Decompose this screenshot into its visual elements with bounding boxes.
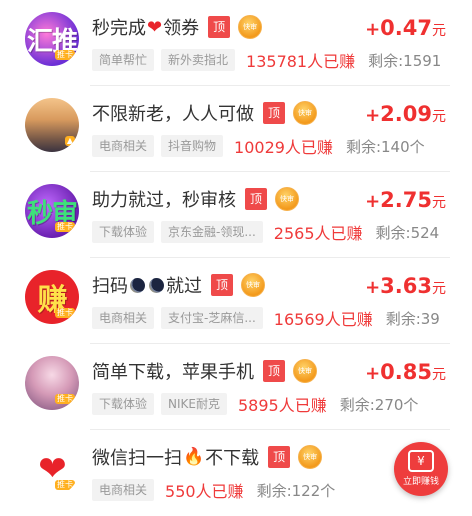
avatar: 秒审 推卡 — [25, 184, 79, 238]
task-title: 秒完成 ❤ 领券 顶 快审 — [92, 15, 263, 39]
fast-review-badge: 快审 — [275, 187, 299, 211]
merchant-chip: 抖音购物 — [161, 135, 224, 157]
avatar-badge: 推卡 — [55, 50, 75, 60]
earned-count: 2565人已赚 — [273, 224, 363, 243]
remaining-count: 剩余:39 — [385, 309, 440, 328]
avatar: ▲ — [25, 98, 79, 152]
reward-value: 3.63 — [380, 274, 432, 298]
reward-plus: + — [365, 19, 381, 40]
task-title-text: 简单下载，苹果手机 — [92, 362, 254, 383]
category-chip: 下载体验 — [92, 393, 155, 415]
merchant-chip: 京东金融-领现... — [161, 221, 263, 243]
remaining-count: 剩余:1591 — [368, 51, 442, 70]
task-title: 不限新老，人人可做 顶 快审 — [92, 101, 317, 125]
merchant-chip: 支付宝-芝麻信... — [161, 307, 263, 329]
reward-amount: +0.85元 — [365, 360, 446, 384]
reward-value: 2.75 — [380, 188, 432, 212]
reward-amount: +3.63元 — [365, 274, 446, 298]
reward-unit: 元 — [432, 109, 446, 125]
task-title-text-2: 就过 — [166, 276, 202, 297]
avatar-badge: 推卡 — [55, 480, 75, 490]
category-chip: 电商相关 — [92, 307, 155, 329]
earned-count: 550人已赚 — [165, 482, 244, 501]
fast-review-badge: 快审 — [238, 15, 263, 39]
top-badge: 顶 — [211, 274, 233, 296]
reward-unit: 元 — [432, 23, 446, 39]
task-title-text: 不限新老，人人可做 — [92, 104, 254, 125]
avatar-badge: 推卡 — [55, 222, 75, 232]
avatar: 推卡 — [25, 356, 79, 410]
earned-count: 5895人已赚 — [237, 396, 327, 415]
task-title: 简单下载，苹果手机 顶 快审 — [92, 359, 317, 383]
reward-unit: 元 — [432, 281, 446, 297]
category-chip: 简单帮忙 — [92, 49, 155, 71]
top-badge: 顶 — [268, 446, 291, 468]
avatar: 汇推 推卡 — [25, 12, 79, 66]
reward-amount: +2.75元 — [365, 188, 446, 212]
task-title: 扫码 就过 顶 快审 — [92, 273, 265, 297]
task-title-text: 助力就过，秒审核 — [92, 190, 236, 211]
fast-review-badge: 快审 — [298, 445, 323, 469]
top-badge: 顶 — [263, 102, 285, 124]
task-title: 微信扫一扫 🔥 不下载 顶 快审 — [92, 445, 323, 469]
reward-plus: + — [365, 105, 381, 126]
avatar-badge: ▲ — [64, 136, 75, 146]
task-row[interactable]: 秒审 推卡 助力就过，秒审核 顶 快审 +2.75元 下载体验 京东金融-领现.… — [0, 172, 472, 258]
fast-review-badge: 快审 — [293, 101, 317, 125]
earned-count: 16569人已赚 — [273, 310, 373, 329]
earned-count: 10029人已赚 — [234, 138, 333, 157]
heart-icon: ❤ — [147, 16, 163, 38]
top-badge: 顶 — [263, 360, 285, 382]
earn-now-label: 立即赚钱 — [402, 477, 439, 487]
task-meta: 电商相关 抖音购物 10029人已赚 剩余:140个 — [92, 134, 472, 158]
remaining-count: 剩余:122个 — [256, 481, 336, 500]
avatar: ❤ 推卡 — [25, 442, 79, 496]
reward-unit: 元 — [432, 195, 446, 211]
reward-value: 0.85 — [380, 360, 432, 384]
reward-plus: + — [365, 191, 381, 212]
fast-review-badge: 快审 — [293, 359, 317, 383]
avatar-badge: 推卡 — [55, 308, 75, 318]
top-badge: 顶 — [208, 16, 231, 38]
remaining-count: 剩余:524 — [375, 223, 440, 242]
task-row[interactable]: ▲ 不限新老，人人可做 顶 快审 +2.09元 电商相关 抖音购物 10029人… — [0, 86, 472, 172]
task-meta: 简单帮忙 新外卖指北 135781人已赚 剩余:1591 — [92, 48, 472, 72]
reward-plus: + — [365, 363, 381, 384]
task-title: 助力就过，秒审核 顶 快审 — [92, 187, 299, 211]
fire-icon: 🔥 — [183, 447, 205, 467]
reward-amount: +0.47元 — [365, 16, 446, 40]
category-chip: 电商相关 — [92, 479, 155, 501]
yuan-icon: ¥ — [408, 450, 434, 472]
task-title-text: 微信扫一扫 — [92, 448, 182, 469]
task-title-text: 秒完成 — [92, 18, 146, 39]
task-title-text-2: 领券 — [163, 18, 200, 39]
task-meta: 下载体验 京东金融-领现... 2565人已赚 剩余:524 — [92, 220, 472, 244]
earn-now-button[interactable]: ¥ 立即赚钱 — [394, 442, 448, 496]
reward-amount: +2.09元 — [365, 102, 446, 126]
task-row[interactable]: 赚 推卡 扫码 就过 顶 快审 +3.63元 电商相关 支付宝-芝麻信... 1… — [0, 258, 472, 344]
remaining-count: 剩余:270个 — [339, 395, 419, 414]
reward-plus: + — [365, 277, 381, 298]
reward-value: 0.47 — [380, 16, 432, 40]
task-title-text: 扫码 — [92, 276, 128, 297]
moon-icon — [149, 277, 164, 293]
avatar-badge: 推卡 — [55, 394, 75, 404]
merchant-chip: NIKE耐克 — [161, 393, 227, 415]
task-title-text-2: 不下载 — [205, 448, 260, 469]
remaining-count: 剩余:140个 — [345, 137, 425, 156]
category-chip: 下载体验 — [92, 221, 155, 243]
task-meta: 电商相关 支付宝-芝麻信... 16569人已赚 剩余:39 — [92, 306, 472, 330]
task-row[interactable]: 汇推 推卡 秒完成 ❤ 领券 顶 快审 +0.47元 简单帮忙 新外卖指北 13… — [0, 0, 472, 86]
moon-icon — [130, 277, 145, 293]
top-badge: 顶 — [245, 188, 267, 210]
merchant-chip: 新外卖指北 — [161, 49, 236, 71]
avatar: 赚 推卡 — [25, 270, 79, 324]
task-row[interactable]: 推卡 简单下载，苹果手机 顶 快审 +0.85元 下载体验 NIKE耐克 589… — [0, 344, 472, 430]
reward-value: 2.09 — [380, 102, 432, 126]
reward-unit: 元 — [432, 367, 446, 383]
earned-count: 135781人已赚 — [246, 52, 356, 71]
category-chip: 电商相关 — [92, 135, 155, 157]
task-meta: 下载体验 NIKE耐克 5895人已赚 剩余:270个 — [92, 392, 472, 416]
fast-review-badge: 快审 — [241, 273, 265, 297]
